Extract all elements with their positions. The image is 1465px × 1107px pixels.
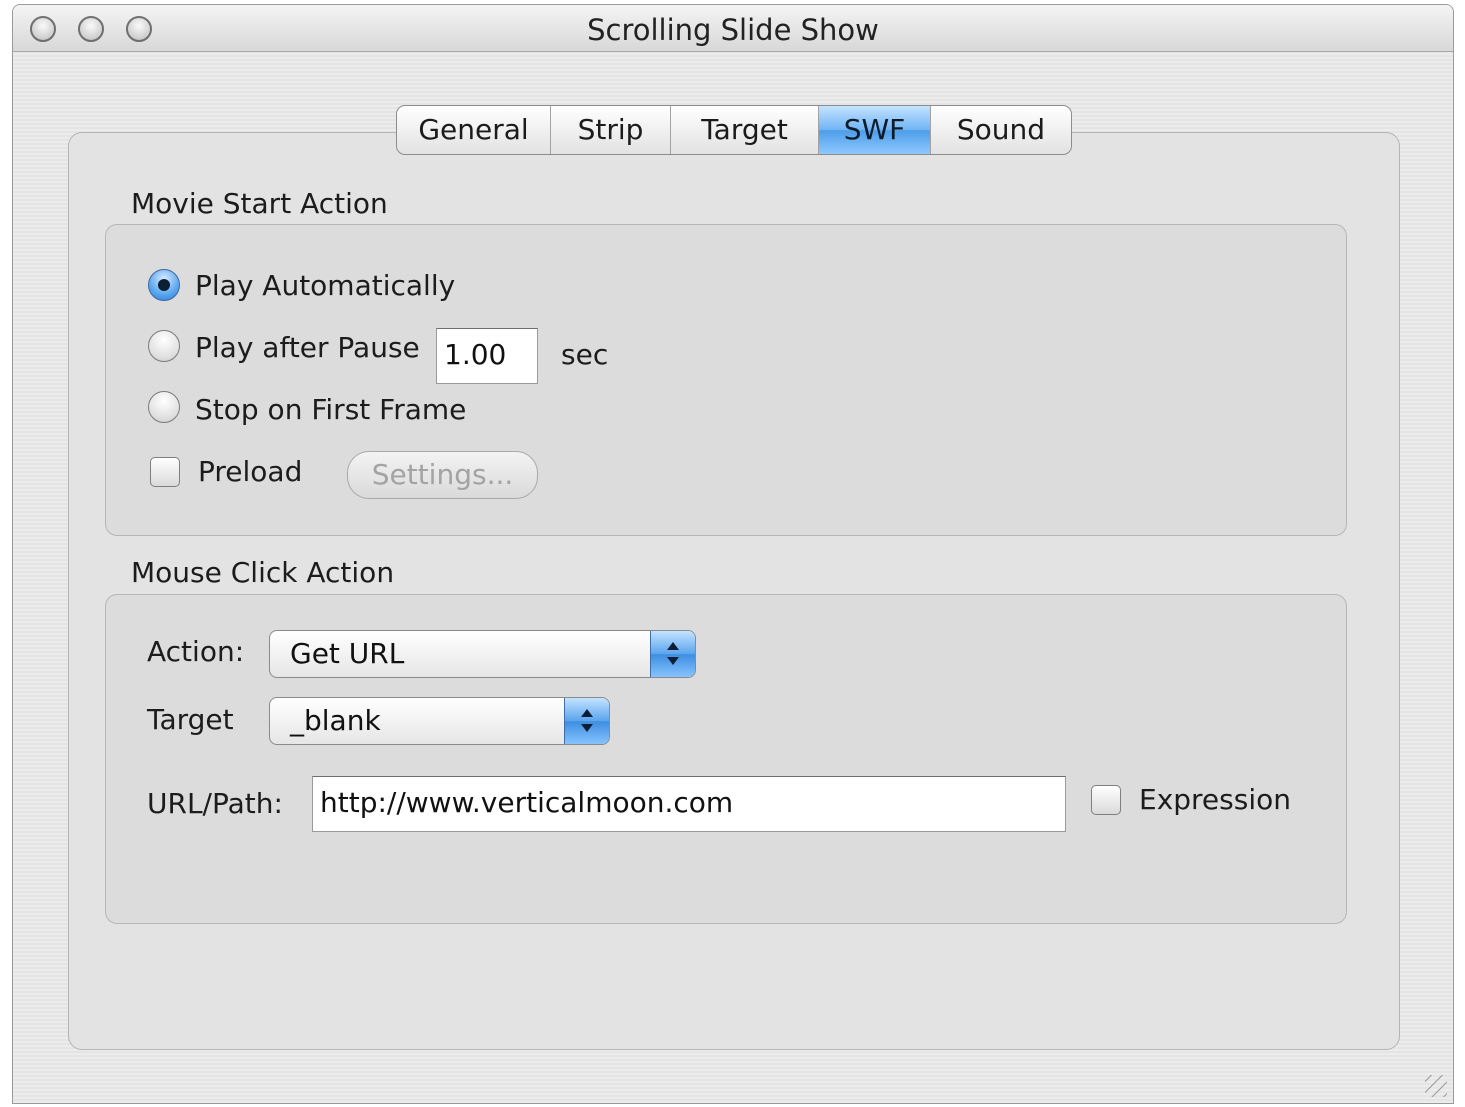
play-after-pause-radio[interactable] <box>148 330 180 362</box>
stop-on-first-frame-label[interactable]: Stop on First Frame <box>195 393 466 426</box>
popup-arrows-icon <box>564 698 609 744</box>
settings-button[interactable]: Settings... <box>347 451 538 499</box>
tab-strip[interactable]: Strip <box>551 106 671 154</box>
target-popup[interactable]: _blank <box>269 697 610 745</box>
title-bar[interactable]: Scrolling Slide Show <box>13 5 1453 52</box>
app-window: Scrolling Slide Show General Strip Targe… <box>12 4 1454 1104</box>
url-path-label: URL/Path: <box>147 787 283 820</box>
window-title: Scrolling Slide Show <box>587 13 879 47</box>
popup-arrows-icon <box>650 631 695 677</box>
play-automatically-label[interactable]: Play Automatically <box>195 269 455 302</box>
pause-unit-label: sec <box>561 338 609 371</box>
stop-on-first-frame-radio[interactable] <box>148 391 180 423</box>
resize-grip-icon[interactable] <box>1425 1075 1447 1097</box>
play-automatically-radio[interactable] <box>148 269 180 301</box>
expression-label[interactable]: Expression <box>1139 783 1291 816</box>
preload-label[interactable]: Preload <box>198 455 302 488</box>
tab-target[interactable]: Target <box>671 106 819 154</box>
action-popup-value: Get URL <box>290 637 405 670</box>
target-popup-value: _blank <box>290 704 381 737</box>
pause-seconds-input[interactable]: 1.00 <box>436 328 538 384</box>
action-popup[interactable]: Get URL <box>269 630 696 678</box>
expression-checkbox[interactable] <box>1091 785 1121 815</box>
play-after-pause-label[interactable]: Play after Pause <box>195 331 420 364</box>
mouse-click-group-label: Mouse Click Action <box>131 556 395 589</box>
url-path-input[interactable]: http://www.verticalmoon.com <box>312 776 1066 832</box>
tab-sound[interactable]: Sound <box>931 106 1071 154</box>
action-label: Action: <box>147 635 245 668</box>
tab-general[interactable]: General <box>397 106 551 154</box>
movie-start-group-label: Movie Start Action <box>131 187 388 220</box>
preload-checkbox[interactable] <box>150 457 180 487</box>
tab-bar: General Strip Target SWF Sound <box>396 105 1072 155</box>
tab-swf[interactable]: SWF <box>819 106 931 154</box>
target-label: Target <box>147 703 234 736</box>
